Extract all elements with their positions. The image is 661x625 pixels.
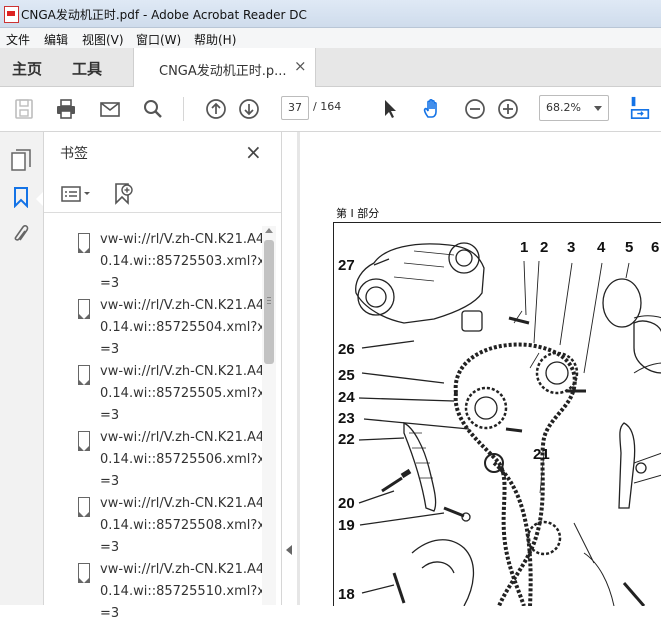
previous-page-icon[interactable] — [204, 97, 228, 121]
timing-chain-diagram: 1 2 3 4 5 6 27 26 25 24 23 22 21 20 19 1… — [333, 222, 661, 607]
toolbar-divider — [183, 97, 184, 121]
save-icon[interactable] — [12, 97, 36, 121]
callout-5: 5 — [625, 239, 634, 256]
bookmarks-panel: 书签 × vw-wi://rl/V.zh-CN.K21.A420.14.wi::… — [44, 132, 282, 621]
zoom-select[interactable]: 68.2% — [539, 95, 609, 121]
bookmark-label: vw-wi://rl/V.zh-CN.K21.A420.14.wi::85725… — [100, 562, 276, 621]
bookmark-panel-icon[interactable] — [12, 186, 30, 208]
hand-tool-icon[interactable] — [420, 97, 444, 121]
chevron-down-icon — [594, 106, 602, 111]
bookmark-icon — [78, 233, 90, 253]
fit-page-icon[interactable] — [628, 96, 652, 120]
callout-19: 19 — [338, 517, 355, 534]
print-icon[interactable] — [54, 97, 78, 121]
engine-timing-drawing — [355, 242, 661, 607]
bookmark-icon — [78, 563, 90, 583]
callout-22: 22 — [338, 431, 355, 448]
bookmark-icon — [78, 431, 90, 451]
pdf-app-icon — [4, 6, 19, 23]
page-thumbnails-icon[interactable] — [10, 148, 32, 172]
callout-23: 23 — [338, 410, 355, 427]
callout-18: 18 — [338, 586, 355, 603]
zoom-in-icon[interactable] — [496, 97, 520, 121]
bookmarks-toolbar — [44, 176, 281, 213]
grip-icon — [267, 297, 271, 298]
menu-bar: 文件 编辑 视图(V) 窗口(W) 帮助(H) — [0, 28, 661, 49]
active-panel-pointer — [36, 192, 43, 206]
callout-6: 6 — [651, 239, 660, 256]
window-title: CNGA发动机正时.pdf - Adobe Acrobat Reader DC — [21, 8, 307, 22]
tab-bar: 主页 工具 CNGA发动机正时.p... × — [0, 48, 661, 87]
callout-3: 3 — [567, 239, 576, 256]
tab-close-button[interactable]: × — [294, 57, 307, 75]
attachment-icon[interactable] — [11, 222, 31, 246]
bookmark-options-icon[interactable] — [60, 184, 92, 204]
add-bookmark-icon[interactable] — [112, 182, 134, 206]
menu-file[interactable]: 文件 — [6, 31, 30, 48]
scroll-up-icon[interactable] — [265, 228, 273, 233]
bookmarks-close-button[interactable]: × — [245, 140, 262, 164]
menu-edit[interactable]: 编辑 — [44, 31, 68, 48]
bookmark-label: vw-wi://rl/V.zh-CN.K21.A420.14.wi::85725… — [100, 232, 276, 291]
tab-document[interactable]: CNGA发动机正时.p... × — [133, 48, 316, 87]
tab-tools[interactable]: 工具 — [72, 58, 102, 79]
zoom-out-icon[interactable] — [463, 97, 487, 121]
bookmark-icon — [78, 497, 90, 517]
callout-21: 21 — [533, 446, 550, 463]
callout-25: 25 — [338, 367, 355, 384]
callout-1: 1 — [520, 239, 529, 256]
callout-20: 20 — [338, 495, 355, 512]
bookmarks-scroll-thumb[interactable] — [264, 240, 274, 364]
callout-26: 26 — [338, 341, 355, 358]
bookmark-label: vw-wi://rl/V.zh-CN.K21.A420.14.wi::85725… — [100, 430, 276, 489]
select-arrow-icon[interactable] — [378, 97, 402, 121]
page-header: 第 I 部分 — [336, 207, 380, 220]
menu-help[interactable]: 帮助(H) — [194, 31, 236, 48]
menu-window[interactable]: 窗口(W) — [136, 31, 181, 48]
callout-27: 27 — [338, 257, 355, 274]
email-icon[interactable] — [98, 97, 122, 121]
bookmark-icon — [78, 365, 90, 385]
tab-document-label: CNGA发动机正时.p... — [159, 64, 287, 79]
bookmark-label: vw-wi://rl/V.zh-CN.K21.A420.14.wi::85725… — [100, 298, 276, 357]
toolbar: 37 / 164 68.2% — [0, 87, 661, 132]
bookmark-icon — [78, 299, 90, 319]
search-icon[interactable] — [141, 97, 165, 121]
bookmark-label: vw-wi://rl/V.zh-CN.K21.A420.14.wi::85725… — [100, 496, 276, 555]
callout-2: 2 — [540, 239, 549, 256]
page-number-input[interactable]: 37 — [281, 96, 309, 120]
collapse-panel-icon[interactable] — [286, 545, 292, 555]
bookmarks-title: 书签 — [60, 146, 88, 162]
menu-view[interactable]: 视图(V) — [82, 31, 124, 48]
callout-4: 4 — [597, 239, 606, 256]
page-total: / 164 — [313, 100, 342, 113]
tab-home[interactable]: 主页 — [12, 58, 42, 79]
navigation-rail — [0, 132, 44, 605]
zoom-value: 68.2% — [546, 101, 581, 114]
title-bar: CNGA发动机正时.pdf - Adobe Acrobat Reader DC — [0, 0, 661, 28]
bookmark-label: vw-wi://rl/V.zh-CN.K21.A420.14.wi::85725… — [100, 364, 276, 423]
callout-24: 24 — [338, 389, 355, 406]
next-page-icon[interactable] — [237, 97, 261, 121]
